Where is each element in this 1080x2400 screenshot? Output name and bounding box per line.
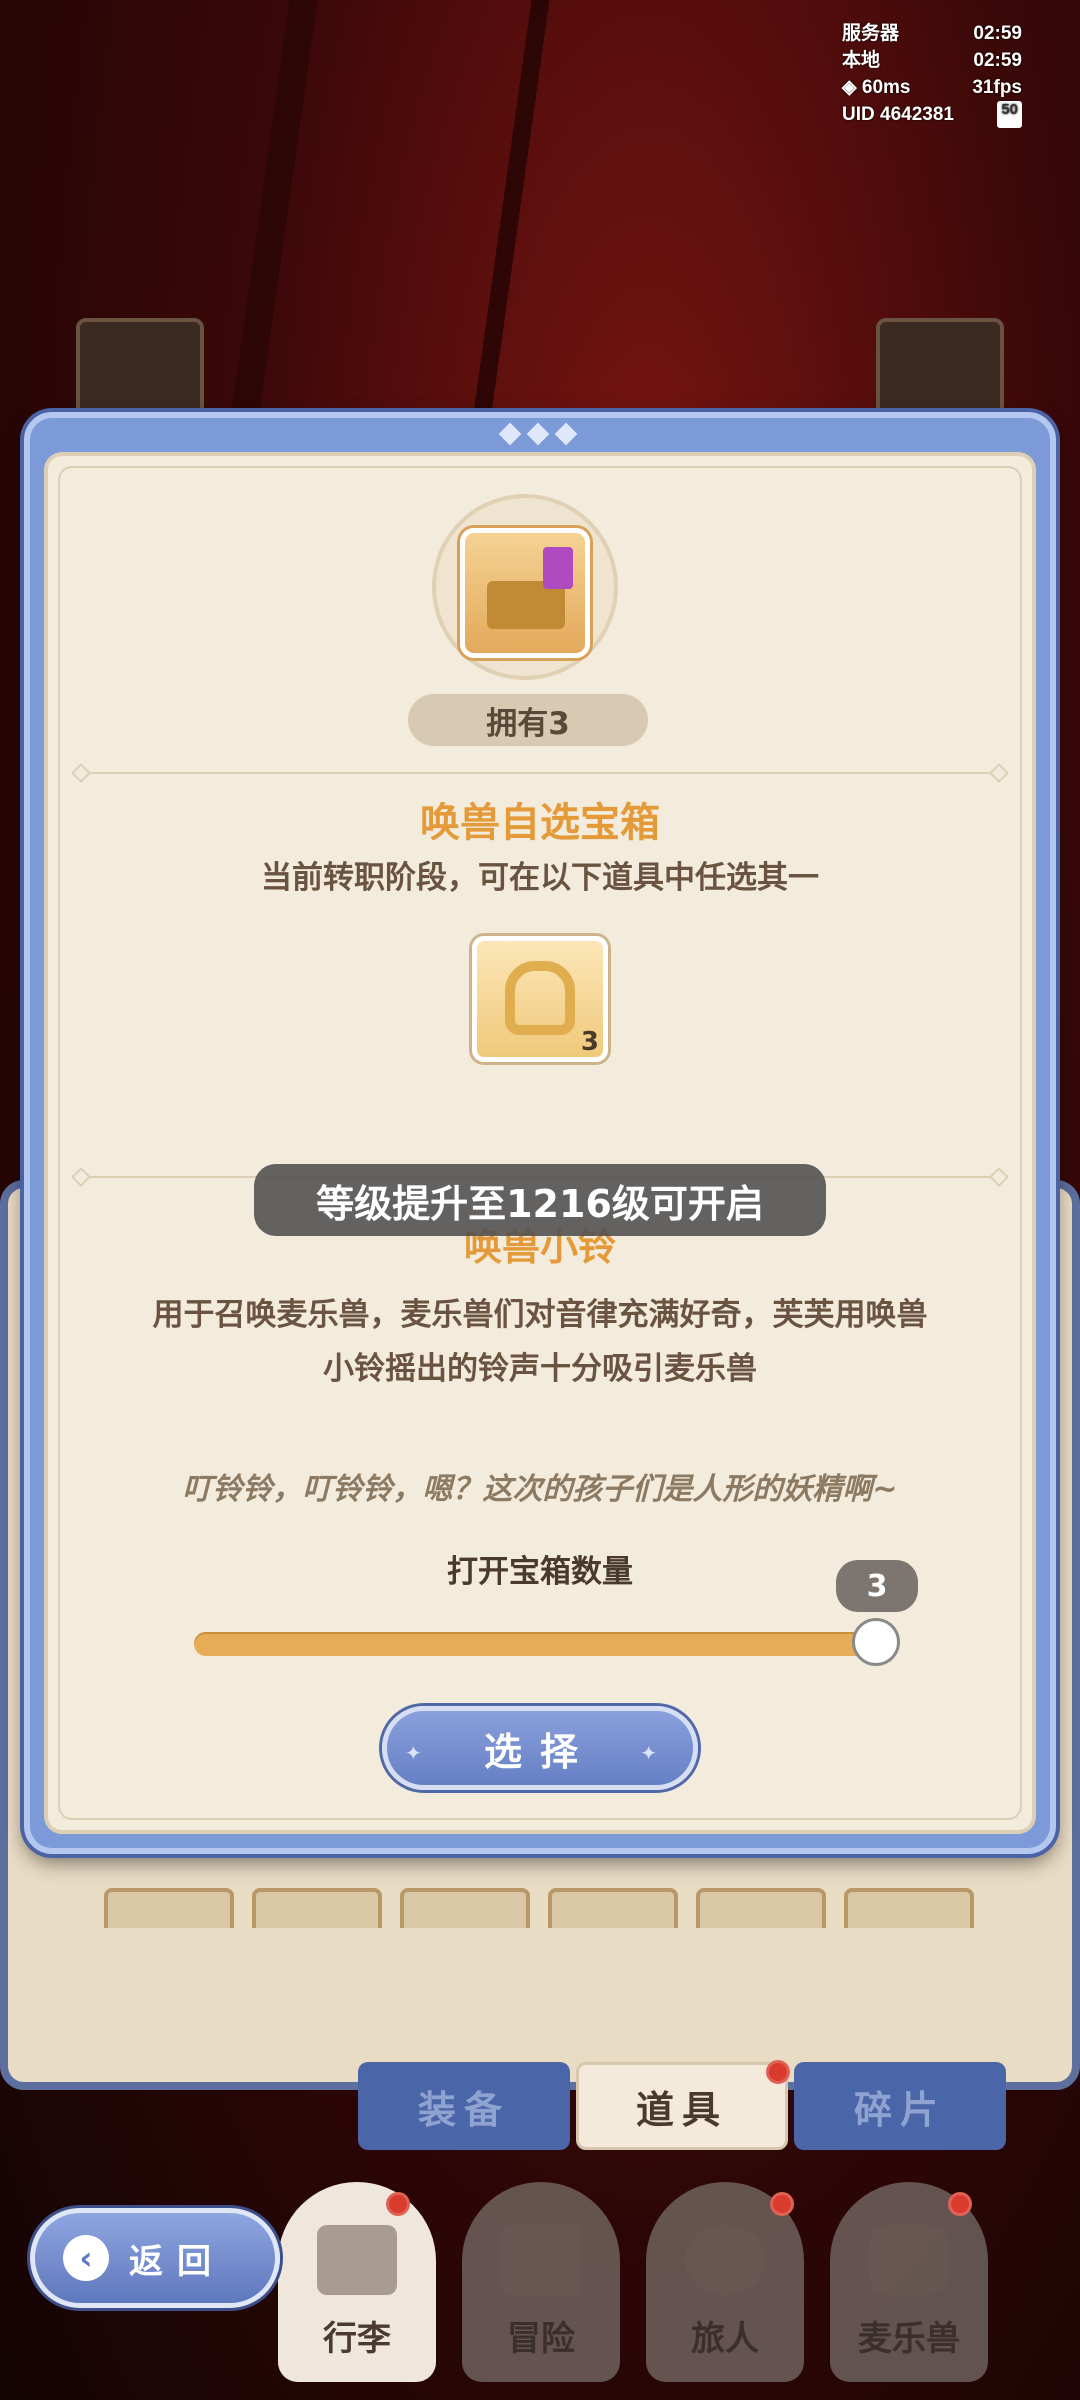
item-description: 用于召唤麦乐兽，麦乐兽们对音律充满好奇，芙芙用唤兽 小铃摇出的铃声十分吸引麦乐兽 bbox=[100, 1288, 980, 1396]
bag-icon bbox=[317, 2225, 397, 2295]
fps: 31fps bbox=[972, 77, 1022, 98]
sparkle-icon: ✦ bbox=[640, 1741, 675, 1765]
select-button[interactable]: ✦ 选择 ✦ bbox=[382, 1706, 698, 1790]
nav-label: 麦乐兽 bbox=[858, 2319, 960, 2359]
uid: 4642381 bbox=[880, 104, 954, 125]
select-label: 选择 bbox=[483, 1729, 596, 1774]
back-arrow-icon: ‹ bbox=[63, 2235, 109, 2281]
back-label: 返回 bbox=[129, 2241, 225, 2282]
notification-dot bbox=[386, 2192, 410, 2216]
background-tree bbox=[230, 0, 550, 420]
level-requirement-toast: 等级提升至1216级可开启 bbox=[254, 1164, 826, 1236]
quantity-slider-track[interactable] bbox=[194, 1632, 884, 1656]
uid-label: UID bbox=[842, 104, 875, 125]
server-time-label: 服务器 bbox=[842, 23, 900, 44]
tab-items[interactable]: 道具 bbox=[576, 2062, 788, 2150]
notification-dot bbox=[770, 2192, 794, 2216]
notification-dot bbox=[948, 2192, 972, 2216]
nav-label: 行李 bbox=[323, 2319, 391, 2359]
wifi-icon: ◈ bbox=[842, 77, 857, 98]
quantity-label: 打开宝箱数量 bbox=[447, 1554, 633, 1590]
quantity-value-bubble: 3 bbox=[836, 1560, 918, 1612]
battery-indicator: 50 bbox=[997, 101, 1022, 128]
inventory-item bbox=[252, 1888, 382, 1928]
server-time: 02:59 bbox=[973, 23, 1022, 44]
nav-adventure[interactable]: 冒险 bbox=[462, 2182, 620, 2382]
inventory-item bbox=[400, 1888, 530, 1928]
lyre-bell-icon bbox=[505, 961, 575, 1035]
traveler-avatar-icon bbox=[685, 2225, 765, 2295]
music-note-icon bbox=[543, 547, 573, 589]
inventory-item bbox=[844, 1888, 974, 1928]
nav-traveler[interactable]: 旅人 bbox=[646, 2182, 804, 2382]
nav-label: 旅人 bbox=[691, 2319, 759, 2359]
item-description-line: 用于召唤麦乐兽，麦乐兽们对音律充满好奇，芙芙用唤兽 bbox=[152, 1297, 928, 1333]
dialog-ornament bbox=[468, 420, 608, 448]
reward-count: 3 bbox=[580, 1027, 599, 1057]
sparkle-icon: ✦ bbox=[405, 1741, 440, 1765]
inventory-item-row bbox=[104, 1888, 984, 1930]
fox-icon bbox=[869, 2225, 949, 2295]
inventory-item bbox=[696, 1888, 826, 1928]
inventory-tabs: 装备 道具 碎片 bbox=[358, 2060, 1008, 2150]
tab-fragments[interactable]: 碎片 bbox=[794, 2062, 1006, 2150]
inventory-item bbox=[104, 1888, 234, 1928]
nav-label: 冒险 bbox=[507, 2319, 575, 2359]
inventory-item bbox=[548, 1888, 678, 1928]
notification-dot bbox=[766, 2060, 790, 2084]
chest-subtitle: 当前转职阶段，可在以下道具中任选其一 bbox=[261, 860, 819, 896]
status-overlay: 服务器 02:59 本地 02:59 ◈ 60ms 31fps UID 4642381… bbox=[842, 20, 1022, 128]
local-time-label: 本地 bbox=[842, 50, 881, 71]
nav-bag[interactable]: 行李 bbox=[278, 2182, 436, 2382]
back-button[interactable]: ‹ 返回 bbox=[30, 2208, 280, 2308]
crossed-swords-icon bbox=[501, 2225, 581, 2295]
quantity-slider-handle[interactable] bbox=[852, 1618, 900, 1666]
nav-melobeast[interactable]: 麦乐兽 bbox=[830, 2182, 988, 2382]
owned-count: 拥有3 bbox=[408, 694, 648, 746]
divider bbox=[82, 772, 998, 774]
local-time: 02:59 bbox=[973, 50, 1022, 71]
reward-option-bell[interactable]: 3 bbox=[472, 936, 608, 1062]
item-description-line: 小铃摇出的铃声十分吸引麦乐兽 bbox=[323, 1351, 757, 1387]
ping: 60ms bbox=[861, 77, 911, 98]
chest-title: 唤兽自选宝箱 bbox=[420, 800, 660, 846]
chest-item-icon bbox=[460, 528, 590, 658]
tab-equipment[interactable]: 装备 bbox=[358, 2062, 570, 2150]
flavor-text: 叮铃铃，叮铃铃，嗯？这次的孩子们是人形的妖精啊~ bbox=[182, 1472, 898, 1507]
